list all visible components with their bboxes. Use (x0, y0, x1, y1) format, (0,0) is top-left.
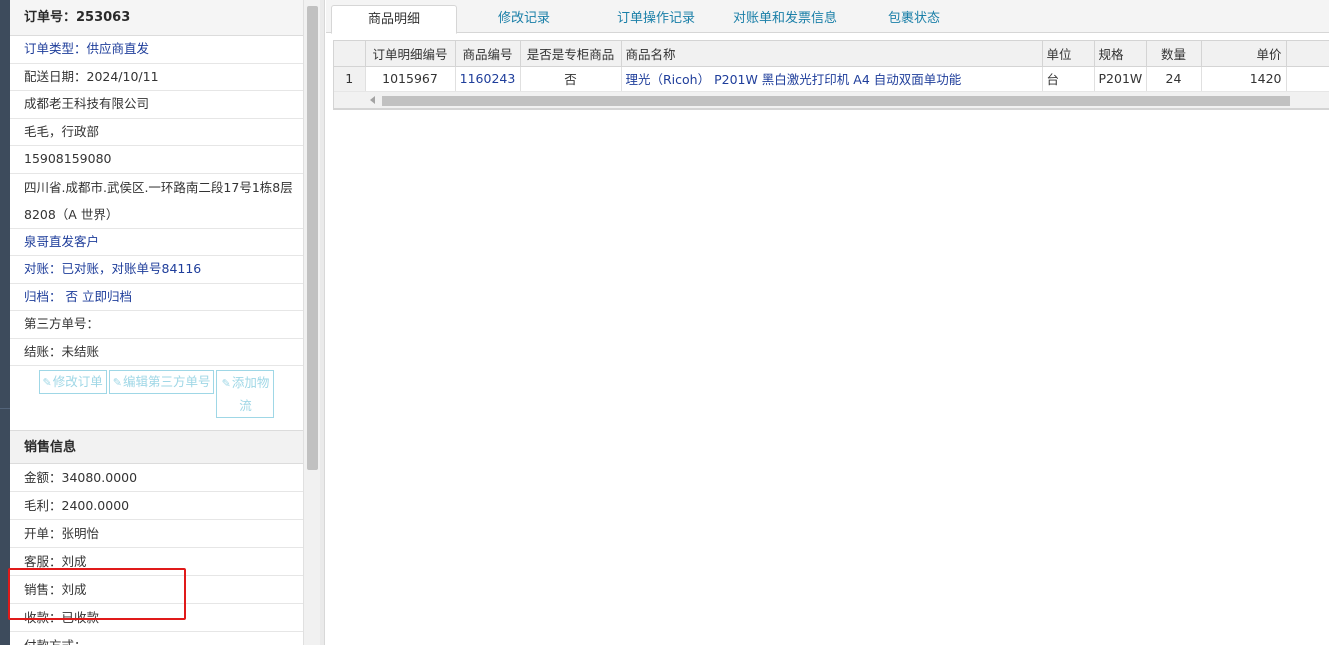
sales-issuer: 开单：张明怡 (10, 520, 303, 548)
cell-detail-id: 1015967 (365, 66, 456, 92)
panel-splitter[interactable] (320, 0, 325, 645)
edit-icon: ✎ (221, 377, 231, 390)
order-type: 订单类型：供应商直发 (10, 36, 303, 64)
edit-third-party-button[interactable]: ✎编辑第三方单号 (108, 370, 215, 394)
scrollbar-thumb[interactable] (307, 6, 318, 470)
sales-info-title: 销售信息 (10, 430, 303, 464)
cell-extra (1286, 66, 1329, 92)
tab-change-log[interactable]: 修改记录 (466, 5, 582, 33)
cell-qty: 24 (1146, 66, 1202, 92)
tab-statement-invoice[interactable]: 对账单和发票信息 (722, 5, 848, 33)
grid-header-row: 订单明细编号 商品编号 是否是专柜商品 商品名称 单位 规格 数量 单价 (334, 41, 1329, 67)
add-logistics-button[interactable]: ✎添加物流 (216, 370, 275, 418)
cell-spec: P201W (1094, 66, 1147, 92)
tab-order-operations[interactable]: 订单操作记录 (598, 5, 714, 33)
cell-price: 1420 (1201, 66, 1287, 92)
table-row[interactable]: 1 1015967 1160243 否 理光（Ricoh） P201W 黑白激光… (334, 66, 1329, 92)
column-header-qty[interactable]: 数量 (1146, 41, 1202, 67)
reconciliation-link[interactable]: 对账：已对账，对账单号84116 (10, 256, 303, 284)
highlight-box (8, 568, 186, 620)
app-side-strip (0, 0, 10, 645)
payment-method: 付款方式： (10, 632, 303, 645)
column-header-counter[interactable]: 是否是专柜商品 (520, 41, 622, 67)
order-actions: ✎修改订单 ✎编辑第三方单号 ✎添加物流 (10, 366, 303, 424)
column-header-index (334, 41, 366, 67)
left-panel-scrollbar[interactable] (303, 0, 320, 645)
column-header-unit[interactable]: 单位 (1042, 41, 1095, 67)
tab-package-status[interactable]: 包裹状态 (866, 5, 962, 33)
customer-company: 成都老王科技有限公司 (10, 91, 303, 119)
archive-link[interactable]: 归档： 否 立即归档 (10, 284, 303, 311)
delivery-address: 四川省.成都市.武侯区.一环路南二段17号1栋8层8208（A 世界） (10, 174, 303, 229)
order-detail-panel: 商品明细 修改记录 订单操作记录 对账单和发票信息 包裹状态 订单明细编号 商品… (326, 0, 1329, 645)
settlement-status: 结账：未结账 (10, 339, 303, 366)
customer-group-link[interactable]: 泉哥直发客户 (10, 229, 303, 256)
tab-product-details[interactable]: 商品明细 (331, 5, 457, 34)
column-header-product-id[interactable]: 商品编号 (455, 41, 521, 67)
third-party-number: 第三方单号： (10, 311, 303, 339)
product-grid: 订单明细编号 商品编号 是否是专柜商品 商品名称 单位 规格 数量 单价 1 1… (333, 40, 1329, 110)
column-header-detail-id[interactable]: 订单明细编号 (365, 41, 456, 67)
sales-amount: 金额：34080.0000 (10, 464, 303, 492)
cell-counter: 否 (520, 66, 622, 92)
order-info-panel: 订单号：253063 订单类型：供应商直发 配送日期：2024/10/11 成都… (10, 0, 303, 645)
edit-icon: ✎ (112, 376, 122, 389)
contact-phone: 15908159080 (10, 146, 303, 174)
column-header-price[interactable]: 单价 (1201, 41, 1287, 67)
delivery-date: 配送日期：2024/10/11 (10, 64, 303, 91)
scroll-left-icon[interactable] (370, 95, 375, 104)
column-header-spec[interactable]: 规格 (1094, 41, 1147, 67)
column-header-name[interactable]: 商品名称 (621, 41, 1043, 67)
cell-unit: 台 (1042, 66, 1095, 92)
row-index: 1 (334, 66, 366, 92)
contact-department: 毛毛，行政部 (10, 119, 303, 146)
edit-icon: ✎ (42, 376, 52, 389)
column-header-extra (1286, 41, 1329, 67)
edit-order-button[interactable]: ✎修改订单 (38, 370, 107, 394)
sales-profit: 毛利：2400.0000 (10, 492, 303, 520)
tab-bar: 商品明细 修改记录 订单操作记录 对账单和发票信息 包裹状态 (326, 0, 1329, 34)
order-number-title: 订单号：253063 (10, 0, 303, 36)
horizontal-scroll-thumb[interactable] (382, 95, 1290, 106)
cell-product-id-link[interactable]: 1160243 (455, 66, 521, 92)
grid-horizontal-scrollbar[interactable] (334, 91, 1329, 109)
cell-product-name-link[interactable]: 理光（Ricoh） P201W 黑白激光打印机 A4 自动双面单功能 (621, 66, 1043, 92)
